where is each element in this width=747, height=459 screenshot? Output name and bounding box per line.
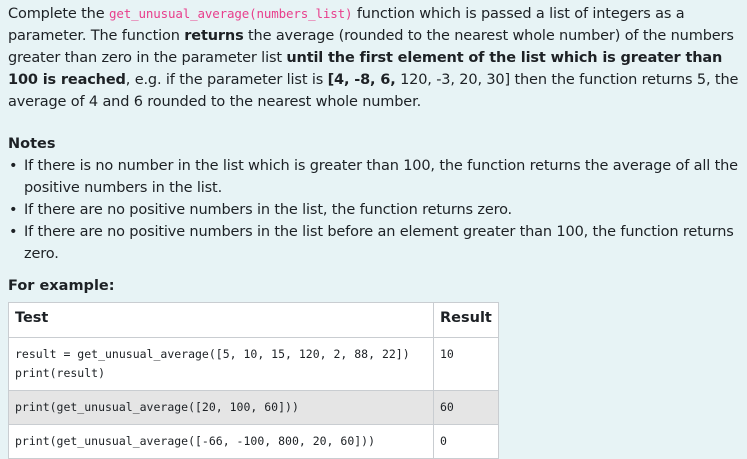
note-item: If there is no number in the list which … (9, 155, 739, 199)
result-code: 10 (440, 347, 454, 361)
intro-text: , e.g. if the parameter list is (125, 72, 328, 88)
test-code: print(get_unusual_average([20, 100, 60])… (15, 400, 299, 414)
note-item: If there are no positive numbers in the … (9, 221, 739, 265)
result-cell: 60 (433, 390, 499, 425)
test-code: print(get_unusual_average([-66, -100, 80… (15, 434, 376, 448)
column-header-test: Test (8, 302, 434, 338)
notes-list: If there is no number in the list which … (8, 155, 739, 265)
bold-example-list: [4, -8, 6, (327, 72, 396, 88)
result-cell: 0 (433, 424, 499, 459)
intro-text: Complete the (8, 6, 109, 22)
result-code: 0 (440, 434, 447, 448)
notes-heading: Notes (8, 136, 56, 152)
bold-returns: returns (184, 28, 244, 44)
result-cell: 10 (433, 337, 499, 391)
note-item: If there are no positive numbers in the … (9, 199, 739, 221)
function-signature-code: get_unusual_average(numbers_list) (108, 6, 353, 21)
table-header-row: Test Result (8, 302, 499, 338)
test-cell: print(get_unusual_average([-66, -100, 80… (8, 424, 434, 459)
example-heading: For example: (8, 278, 115, 294)
test-cell: print(get_unusual_average([20, 100, 60])… (8, 390, 434, 425)
result-code: 60 (440, 400, 454, 414)
example-table: Test Result result = get_unusual_average… (8, 302, 499, 459)
column-header-result: Result (433, 302, 499, 338)
question-text: Complete the get_unusual_average(numbers… (0, 0, 747, 459)
test-cell: result = get_unusual_average([5, 10, 15,… (8, 337, 434, 391)
table-row: print(get_unusual_average([-66, -100, 80… (8, 424, 499, 459)
table-row: result = get_unusual_average([5, 10, 15,… (8, 337, 499, 391)
intro-paragraph: Complete the get_unusual_average(numbers… (8, 3, 739, 113)
table-row: print(get_unusual_average([20, 100, 60])… (8, 390, 499, 425)
test-code: result = get_unusual_average([5, 10, 15,… (15, 347, 410, 380)
